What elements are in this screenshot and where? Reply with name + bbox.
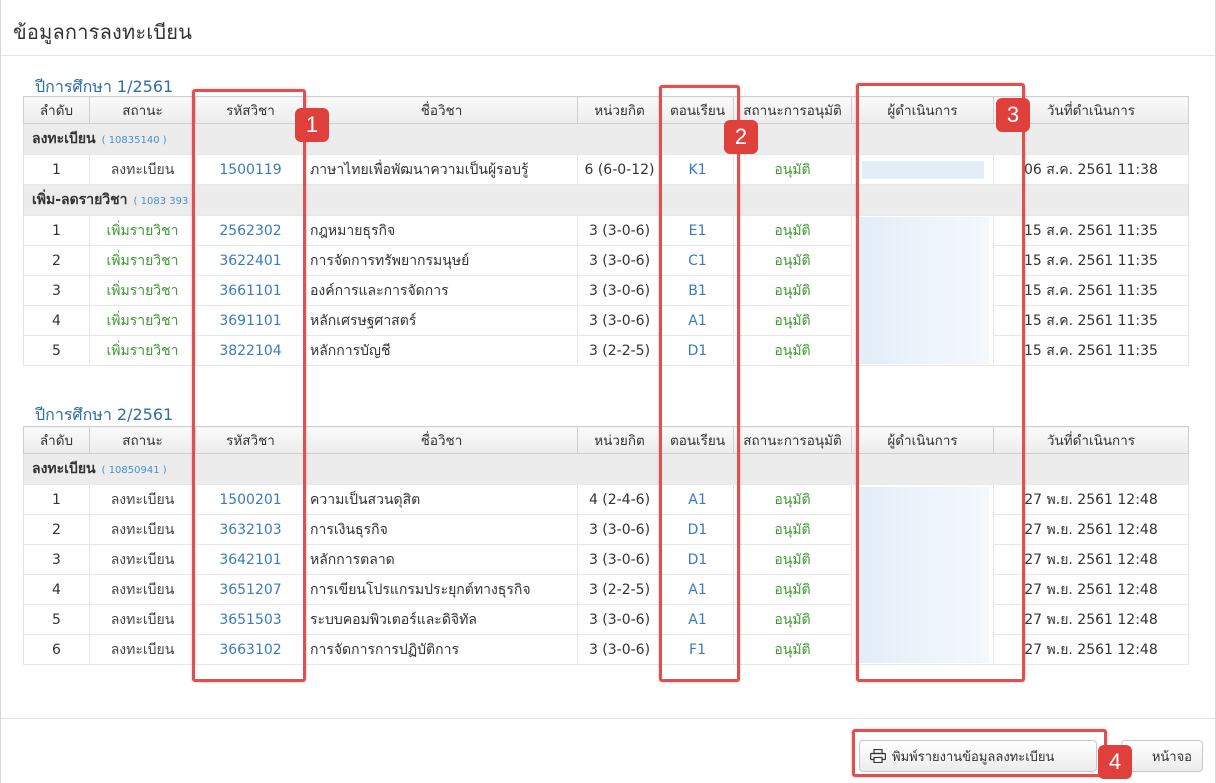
group-code: ( 1083 393 ) [133,196,196,207]
approval-status: อนุมัติ [733,514,852,545]
row-index: 5 [23,604,90,635]
course-name: หลักการตลาด [305,544,578,575]
course-credits: 3 (2-2-5) [577,335,662,366]
course-credits: 3 (3-0-6) [577,305,662,336]
annotation-badge-1: 1 [295,108,329,142]
course-name: องค์การและการจัดการ [305,275,578,306]
row-index: 3 [23,544,90,575]
row-index: 5 [23,335,90,366]
close-screen-button[interactable]: หน้าจอ [1121,740,1203,772]
course-credits: 3 (3-0-6) [577,634,662,665]
annotation-box-operator [856,83,1025,682]
approval-status: อนุมัติ [733,544,852,575]
row-status: เพิ่มรายวิชา [89,275,196,306]
course-name: การเงินธุรกิจ [305,514,578,545]
approval-status: อนุมัติ [733,484,852,515]
annotation-badge-4: 4 [1098,745,1132,779]
row-index: 3 [23,275,90,306]
approval-status: อนุมัติ [733,245,852,276]
course-credits: 6 (6-0-12) [577,154,662,185]
row-status: ลงทะเบียน [89,154,196,185]
course-name: หลักเศรษฐศาสตร์ [305,305,578,336]
approval-status: อนุมัติ [733,634,852,665]
row-status: ลงทะเบียน [89,514,196,545]
col-header-status[interactable]: สถานะ [89,426,196,454]
row-index: 1 [23,215,90,246]
row-status: เพิ่มรายวิชา [89,305,196,336]
course-credits: 3 (3-0-6) [577,245,662,276]
col-header-credits[interactable]: หน่วยกิต [577,426,662,454]
approval-status: อนุมัติ [733,154,852,185]
col-header-course-name[interactable]: ชื่อวิชา [305,426,578,454]
col-header-approval-status[interactable]: สถานะการอนุมัติ [733,426,852,454]
term-label-2: ปีการศึกษา 2/2561 [35,405,174,424]
course-credits: 4 (2-4-6) [577,484,662,515]
col-header-course-name[interactable]: ชื่อวิชา [305,96,578,124]
footer-divider [1,718,1215,719]
row-index: 2 [23,514,90,545]
course-name: หลักการบัญชี [305,335,578,366]
row-status: ลงทะเบียน [89,574,196,605]
row-status: เพิ่มรายวิชา [89,215,196,246]
approval-status: อนุมัติ [733,215,852,246]
row-index: 4 [23,574,90,605]
row-index: 1 [23,484,90,515]
group-code: ( 10835140 ) [101,135,167,146]
course-name: ความเป็นสวนดุสิต [305,484,578,515]
group-name: ลงทะเบียน [32,131,96,147]
group-name: ลงทะเบียน [32,461,96,477]
row-status: เพิ่มรายวิชา [89,335,196,366]
group-code: ( 10850941 ) [101,465,167,476]
row-index: 6 [23,634,90,665]
row-status: ลงทะเบียน [89,634,196,665]
course-name: การจัดการทรัพยากรมนุษย์ [305,245,578,276]
row-index: 4 [23,305,90,336]
course-name: ระบบคอมพิวเตอร์และดิจิทัล [305,604,578,635]
annotation-badge-3: 3 [996,98,1030,132]
approval-status: อนุมัติ [733,604,852,635]
course-name: ภาษาไทยเพื่อพัฒนาความเป็นผู้รอบรู้ [305,154,578,185]
row-status: เพิ่มรายวิชา [89,245,196,276]
row-status: ลงทะเบียน [89,604,196,635]
course-credits: 3 (3-0-6) [577,215,662,246]
group-name: เพิ่ม-ลดรายวิชา [32,192,128,208]
approval-status: อนุมัติ [733,275,852,306]
page-title: ข้อมูลการลงทะเบียน [13,20,193,44]
title-divider [1,55,1215,56]
col-header-status[interactable]: สถานะ [89,96,196,124]
course-credits: 3 (3-0-6) [577,514,662,545]
course-credits: 3 (3-0-6) [577,604,662,635]
course-credits: 3 (3-0-6) [577,275,662,306]
registration-page: ข้อมูลการลงทะเบียน ปีการศึกษา 1/2561 ลำด… [0,0,1216,783]
row-status: ลงทะเบียน [89,544,196,575]
annotation-box-course-code [192,89,306,682]
row-status: ลงทะเบียน [89,484,196,515]
course-name: กฎหมายธุรกิจ [305,215,578,246]
annotation-box-print-button [852,729,1107,777]
col-header-index[interactable]: ลำดับ [23,96,90,124]
course-name: การจัดการการปฏิบัติการ [305,634,578,665]
annotation-box-section [659,85,740,682]
course-credits: 3 (2-2-5) [577,574,662,605]
annotation-badge-2: 2 [724,120,758,154]
row-index: 1 [23,154,90,185]
col-header-credits[interactable]: หน่วยกิต [577,96,662,124]
close-screen-label: หน้าจอ [1151,749,1192,765]
col-header-index[interactable]: ลำดับ [23,426,90,454]
row-index: 2 [23,245,90,276]
approval-status: อนุมัติ [733,574,852,605]
approval-status: อนุมัติ [733,335,852,366]
approval-status: อนุมัติ [733,305,852,336]
course-credits: 3 (3-0-6) [577,544,662,575]
course-name: การเขียนโปรแกรมประยุกต์ทางธุรกิจ [305,574,578,605]
